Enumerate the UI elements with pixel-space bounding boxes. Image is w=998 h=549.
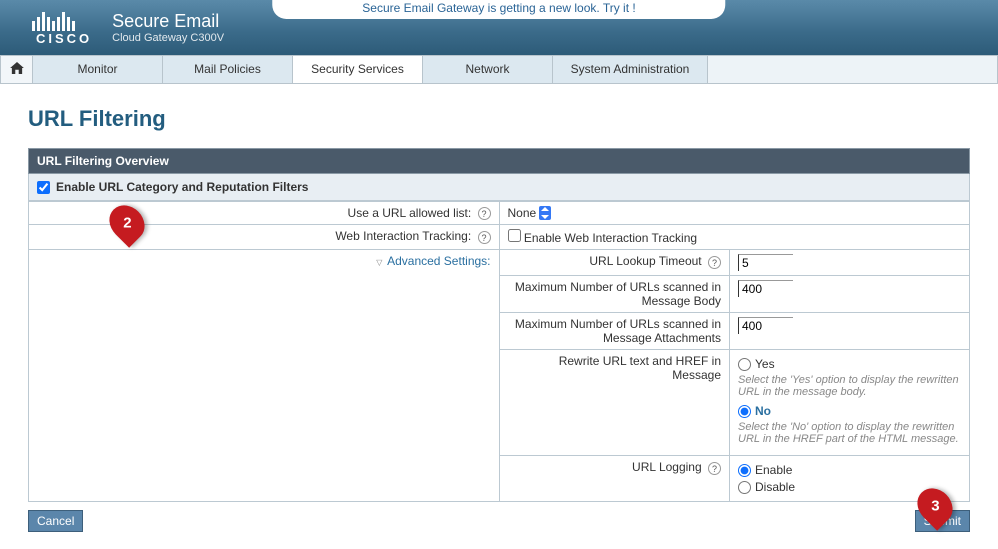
app-header: CISCO Secure Email Cloud Gateway C300V S…: [0, 0, 998, 55]
web-tracking-label: Web Interaction Tracking:: [335, 229, 471, 243]
nav-spacer: [708, 56, 997, 83]
help-icon[interactable]: ?: [478, 207, 491, 220]
max-urls-body-input[interactable]: [738, 280, 793, 297]
allowed-list-label-cell: Use a URL allowed list: ?: [29, 202, 500, 225]
logging-disable-label: Disable: [755, 480, 795, 494]
help-icon[interactable]: ?: [708, 462, 721, 475]
allowed-list-label: Use a URL allowed list:: [348, 206, 472, 220]
enable-url-filters-checkbox[interactable]: [37, 181, 50, 194]
product-block: Secure Email Cloud Gateway C300V: [112, 11, 224, 44]
cancel-button[interactable]: Cancel: [28, 510, 83, 532]
nav-network[interactable]: Network: [423, 56, 553, 83]
brand-name: CISCO: [36, 31, 92, 46]
rewrite-yes-label: Yes: [755, 357, 775, 371]
main-nav: Monitor Mail Policies Security Services …: [0, 55, 998, 84]
nav-monitor[interactable]: Monitor: [33, 56, 163, 83]
help-icon[interactable]: ?: [708, 256, 721, 269]
panel-header: URL Filtering Overview: [28, 148, 970, 174]
logging-enable-label: Enable: [755, 463, 792, 477]
lookup-timeout-label-cell: URL Lookup Timeout ?: [500, 250, 730, 276]
rewrite-no-hint: Select the 'No' option to display the re…: [738, 421, 961, 445]
product-name: Secure Email: [112, 11, 224, 32]
web-tracking-checkbox-label: Enable Web Interaction Tracking: [524, 231, 697, 245]
cisco-logo: CISCO: [32, 9, 92, 46]
url-logging-label: URL Logging: [632, 460, 702, 474]
max-urls-attach-input[interactable]: [738, 317, 793, 334]
nav-system-administration[interactable]: System Administration: [553, 56, 708, 83]
rewrite-no-radio[interactable]: [738, 405, 751, 418]
allowed-list-value: None: [508, 206, 537, 220]
enable-url-filters-label: Enable URL Category and Reputation Filte…: [56, 180, 308, 194]
help-icon[interactable]: ?: [478, 231, 491, 244]
enable-row: Enable URL Category and Reputation Filte…: [28, 174, 970, 201]
chevron-updown-icon: [539, 206, 551, 220]
web-tracking-label-cell: Web Interaction Tracking: ?: [29, 225, 500, 250]
product-sub: Cloud Gateway C300V: [112, 32, 224, 44]
rewrite-yes-radio[interactable]: [738, 358, 751, 371]
collapse-icon[interactable]: ▽: [376, 258, 382, 267]
max-urls-attach-label: Maximum Number of URLs scanned in Messag…: [500, 313, 730, 350]
nav-mail-policies[interactable]: Mail Policies: [163, 56, 293, 83]
lookup-timeout-input[interactable]: [738, 254, 793, 271]
logging-enable-radio[interactable]: [738, 464, 751, 477]
page-title: URL Filtering: [28, 106, 970, 132]
logging-disable-radio[interactable]: [738, 481, 751, 494]
rewrite-label: Rewrite URL text and HREF in Message: [500, 350, 730, 456]
rewrite-yes-hint: Select the 'Yes' option to display the r…: [738, 374, 961, 398]
max-urls-body-label: Maximum Number of URLs scanned in Messag…: [500, 276, 730, 313]
rewrite-no-label: No: [755, 404, 771, 418]
allowed-list-select[interactable]: None: [508, 206, 552, 220]
cisco-bars-icon: [32, 9, 92, 31]
url-logging-label-cell: URL Logging ?: [500, 456, 730, 502]
nav-security-services[interactable]: Security Services: [293, 56, 423, 83]
web-tracking-checkbox[interactable]: [508, 229, 521, 242]
lookup-timeout-label: URL Lookup Timeout: [589, 254, 701, 268]
announcement-banner[interactable]: Secure Email Gateway is getting a new lo…: [272, 0, 725, 19]
advanced-settings-label[interactable]: Advanced Settings:: [387, 254, 490, 268]
home-icon[interactable]: [1, 56, 33, 83]
